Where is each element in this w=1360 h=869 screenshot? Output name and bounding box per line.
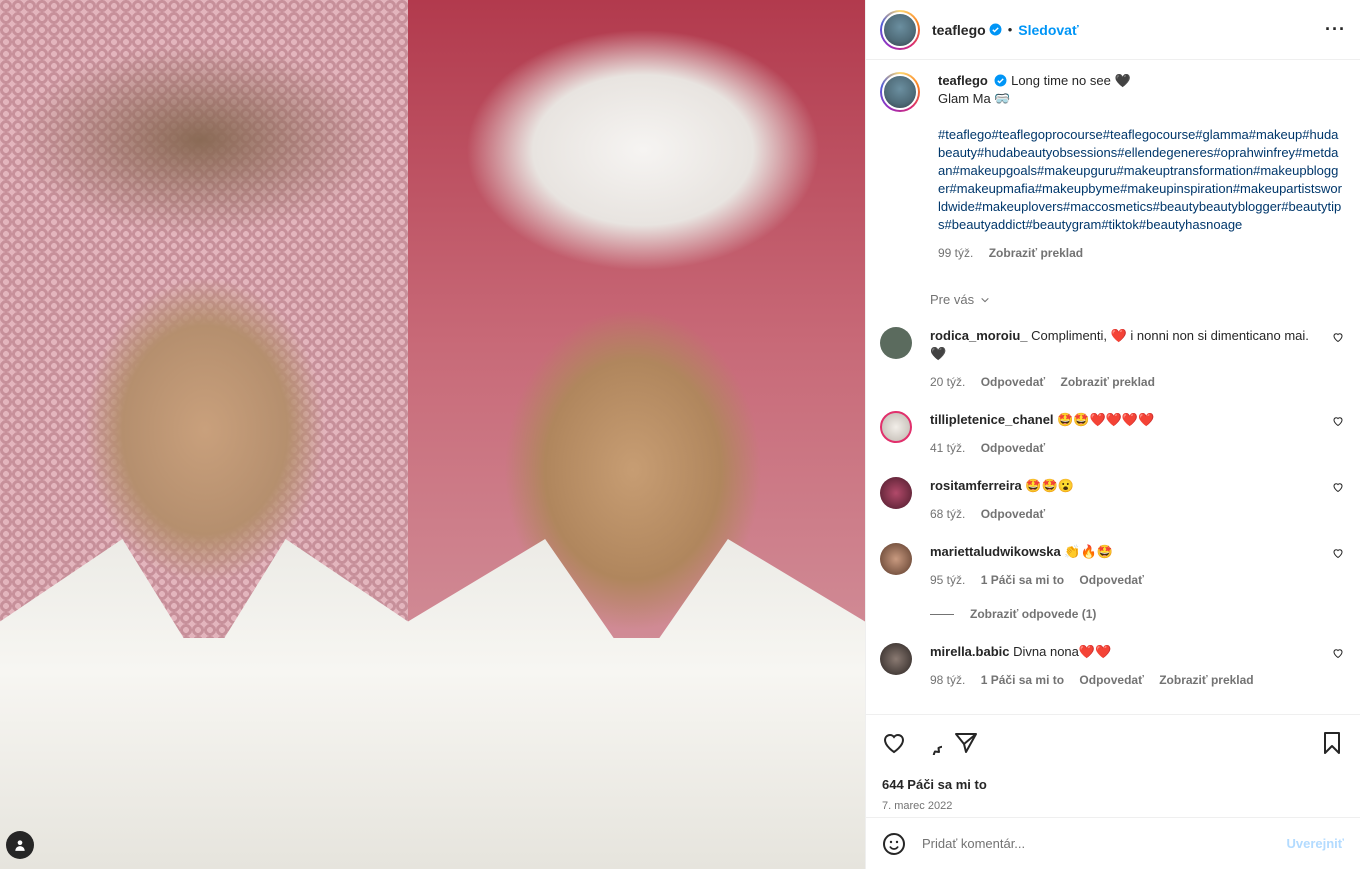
caption-avatar[interactable] <box>880 72 920 112</box>
reply-link[interactable]: Odpovedať <box>981 507 1045 521</box>
person-icon <box>15 840 25 851</box>
view-replies-button[interactable]: Zobraziť odpovede (1) <box>930 607 1344 621</box>
commenter-username[interactable]: tillipletenice_chanel <box>930 412 1054 427</box>
comment-item: tillipletenice_chanel 🤩🤩❤️❤️❤️❤️ 41 týž.… <box>880 411 1344 457</box>
post-date[interactable]: 7. marec 2022 <box>882 800 1344 812</box>
separator-dot: • <box>1007 22 1013 37</box>
robe-shape <box>408 539 865 869</box>
comment-age[interactable]: 41 týž. <box>930 441 965 455</box>
commenter-avatar[interactable] <box>880 411 912 443</box>
comment-item: mariettaludwikowska 👏🔥🤩 95 týž. 1 Páči s… <box>880 543 1344 589</box>
comment-text: Divna nona❤️❤️ <box>1013 644 1112 659</box>
like-comment-heart-icon[interactable] <box>1332 481 1344 493</box>
like-comment-heart-icon[interactable] <box>1332 331 1344 343</box>
commenter-avatar[interactable] <box>880 327 912 359</box>
chevron-down-icon <box>981 297 989 303</box>
like-comment-heart-icon[interactable] <box>1332 647 1344 659</box>
author-username[interactable]: teaflego <box>932 22 986 38</box>
caption-translate-link[interactable]: Zobraziť preklad <box>989 246 1083 260</box>
post-comment-button[interactable]: Uverejniť <box>1286 836 1344 851</box>
share-paper-plane-icon[interactable] <box>954 731 978 755</box>
comment-age[interactable]: 68 týž. <box>930 507 965 521</box>
commenter-avatar[interactable] <box>880 477 912 509</box>
translate-link[interactable]: Zobraziť preklad <box>1060 375 1154 389</box>
save-bookmark-icon[interactable] <box>1320 731 1344 755</box>
comment-item: rositamferreira 🤩🤩😮 68 týž. Odpovedať <box>880 477 1344 523</box>
reply-link[interactable]: Odpovedať <box>1079 573 1143 587</box>
commenter-username[interactable]: rositamferreira <box>930 478 1022 493</box>
translate-link[interactable]: Zobraziť preklad <box>1159 673 1253 687</box>
author-avatar[interactable] <box>880 9 920 50</box>
comment-item: rodica_moroiu_ Complimenti, ❤️ i nonni n… <box>880 327 1344 391</box>
caption-hashtags[interactable]: #teaflego#teaflegoprocourse#teaflegocour… <box>938 126 1344 234</box>
more-options-icon[interactable]: ··· <box>1325 19 1346 40</box>
after-photo <box>408 0 865 869</box>
post-header: teaflego • Sledovať ··· <box>866 0 1360 60</box>
caption-age[interactable]: 99 týž. <box>938 246 973 260</box>
like-comment-heart-icon[interactable] <box>1332 415 1344 427</box>
commenter-username[interactable]: mirella.babic <box>930 644 1009 659</box>
caption-line2: Glam Ma 🥽 <box>938 91 1011 106</box>
reply-link[interactable]: Odpovedať <box>981 441 1045 455</box>
for-you-label: Pre vás <box>930 292 975 307</box>
comment-text: 🤩🤩😮 <box>1025 478 1074 493</box>
for-you-filter[interactable]: Pre vás <box>930 292 1344 307</box>
comments-scroll[interactable]: teaflego Long time no see 🖤 Glam Ma 🥽 #t… <box>866 60 1360 714</box>
replies-divider <box>930 613 954 615</box>
comment-text: 🤩🤩❤️❤️❤️❤️ <box>1057 412 1155 427</box>
comment-input[interactable] <box>922 836 1287 851</box>
commenter-username[interactable]: rodica_moroiu_ <box>930 328 1028 343</box>
action-bar: 644 Páči sa mi to 7. marec 2022 <box>866 714 1360 812</box>
post-sidebar: teaflego • Sledovať ··· teaflego Long ti… <box>865 0 1360 869</box>
comment-age[interactable]: 98 týž. <box>930 673 965 687</box>
comment-text: 👏🔥🤩 <box>1064 544 1113 559</box>
view-replies-label: Zobraziť odpovede (1) <box>970 607 1097 621</box>
reply-link[interactable]: Odpovedať <box>1079 673 1143 687</box>
verified-badge-icon <box>995 74 1007 87</box>
post-media[interactable] <box>0 0 865 869</box>
caption: teaflego Long time no see 🖤 Glam Ma 🥽 #t… <box>880 72 1344 262</box>
like-heart-icon[interactable] <box>882 731 906 755</box>
commenter-avatar[interactable] <box>880 643 912 675</box>
comment-age[interactable]: 95 týž. <box>930 573 965 587</box>
comment-item: mirella.babic Divna nona❤️❤️ 98 týž. 1 P… <box>880 643 1344 689</box>
caption-line1: Long time no see 🖤 <box>1011 73 1131 88</box>
commenter-username[interactable]: mariettaludwikowska <box>930 544 1061 559</box>
comment-likes-count[interactable]: 1 Páči sa mi to <box>981 573 1064 587</box>
before-photo <box>0 0 408 869</box>
like-comment-heart-icon[interactable] <box>1332 547 1344 559</box>
comment-likes-count[interactable]: 1 Páči sa mi to <box>981 673 1064 687</box>
reply-link[interactable]: Odpovedať <box>981 375 1045 389</box>
robe-shape <box>0 539 408 869</box>
follow-button[interactable]: Sledovať <box>1018 22 1078 38</box>
commenter-avatar[interactable] <box>880 543 912 575</box>
caption-username[interactable]: teaflego <box>938 73 988 88</box>
tagged-users-button[interactable] <box>6 831 34 859</box>
emoji-smiley-icon[interactable] <box>882 832 906 856</box>
likes-count[interactable]: 644 Páči sa mi to <box>882 777 1344 792</box>
verified-badge-icon <box>989 23 1002 36</box>
comment-age[interactable]: 20 týž. <box>930 375 965 389</box>
comment-bubble-icon[interactable] <box>918 731 942 755</box>
comment-composer: Uverejniť <box>866 817 1360 869</box>
